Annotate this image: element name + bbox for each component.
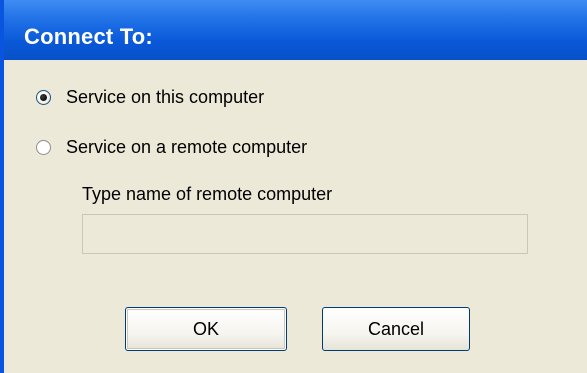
option-local-computer[interactable]: Service on this computer	[36, 85, 264, 109]
ok-button[interactable]: OK	[125, 307, 287, 351]
remote-computer-name-label: Type name of remote computer	[82, 184, 333, 204]
title-bar: Connect To:	[4, 0, 587, 60]
radio-local-computer[interactable]	[36, 89, 51, 105]
cancel-button[interactable]: Cancel	[322, 307, 470, 351]
dialog-title: Connect To:	[24, 24, 153, 49]
option-remote-computer[interactable]: Service on a remote computer	[36, 135, 307, 159]
remote-computer-name-input[interactable]	[82, 214, 528, 254]
option-local-computer-label[interactable]: Service on this computer	[66, 86, 264, 108]
option-remote-computer-label[interactable]: Service on a remote computer	[66, 136, 307, 158]
radio-remote-computer[interactable]	[36, 139, 51, 155]
connect-to-dialog: Connect To: Service on this computer Ser…	[0, 0, 587, 373]
